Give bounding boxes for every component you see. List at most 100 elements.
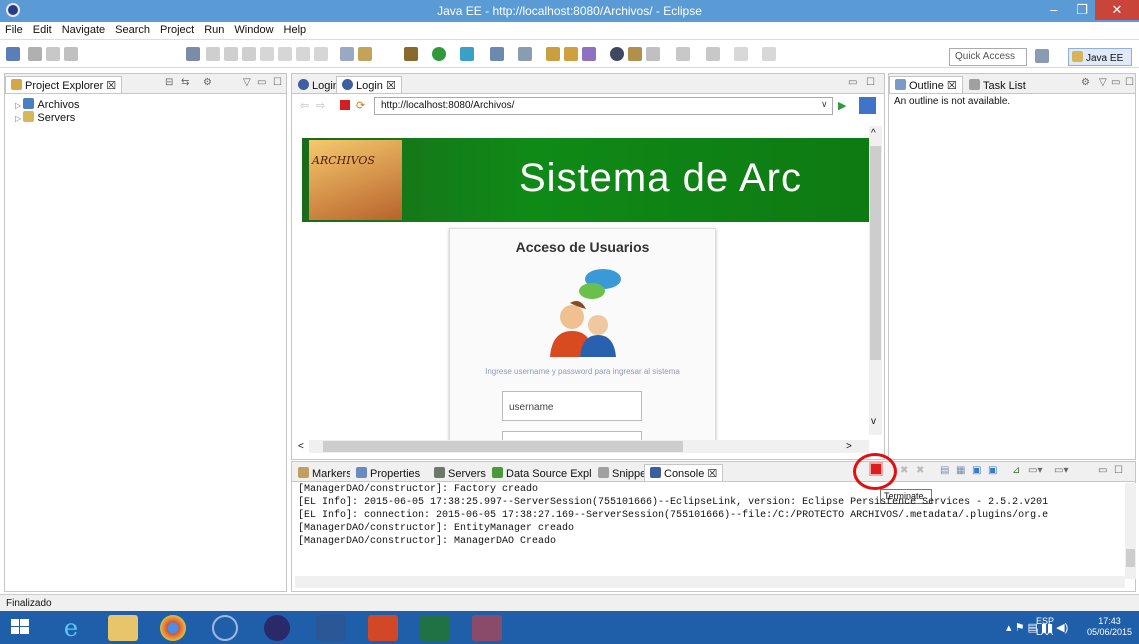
open-console-icon[interactable] [340, 47, 354, 61]
pin-console-icon[interactable]: ⊿ [1012, 465, 1020, 476]
view-menu-icon[interactable]: ⚙ [1081, 77, 1090, 88]
save-icon[interactable] [28, 47, 42, 61]
maximize-button[interactable]: ❐ [1068, 0, 1096, 20]
tab-console[interactable]: Console ☒ [644, 464, 724, 481]
url-input[interactable]: http://localhost:8080/Archivos/ [374, 97, 833, 115]
menu-help[interactable]: Help [279, 22, 312, 38]
chrome-icon[interactable] [160, 615, 186, 641]
scroll-left-icon[interactable]: < [298, 441, 304, 452]
link-editor-icon[interactable]: ⇆ [181, 77, 189, 88]
menu-navigate[interactable]: Navigate [57, 22, 110, 38]
maximize-view-icon[interactable]: ☐ [1114, 465, 1123, 476]
window-title-bar[interactable]: Java EE - http://localhost:8080/Archivos… [0, 0, 1139, 22]
tab-task-list[interactable]: Task List [963, 76, 1032, 93]
console-horizontal-scrollbar[interactable] [295, 576, 1125, 588]
perspective-java-ee[interactable]: Java EE [1068, 48, 1132, 66]
web-vertical-scrollbar[interactable] [869, 126, 882, 435]
server-run-icon[interactable] [460, 47, 474, 61]
back-nav-icon[interactable]: ⇦ [300, 99, 309, 112]
go-icon[interactable]: ▶ [838, 99, 846, 112]
new-server-icon[interactable] [490, 47, 504, 61]
open-console-menu-icon[interactable]: ▭▾ [1054, 465, 1068, 476]
tab-properties[interactable]: Properties [350, 464, 427, 481]
minimize-view-icon[interactable]: ▭ [1098, 465, 1107, 476]
debug-icon[interactable] [404, 47, 418, 61]
debug-config-icon[interactable] [358, 47, 372, 61]
minimize-button[interactable]: – [1040, 0, 1068, 20]
remove-launch-icon[interactable]: ✖ [900, 465, 908, 476]
language-indicator[interactable]: ESP LAA [1036, 616, 1054, 638]
word-icon[interactable] [316, 615, 346, 641]
clear-console-icon[interactable]: ▤ [940, 465, 949, 476]
password-field[interactable] [502, 431, 642, 440]
scroll-down-icon[interactable]: v [871, 416, 876, 427]
new-java-icon[interactable] [518, 47, 532, 61]
scroll-thumb[interactable] [1126, 549, 1135, 567]
menu-run[interactable]: Run [199, 22, 229, 38]
prev-annotation-icon[interactable] [706, 47, 720, 61]
disconnect-icon[interactable] [260, 47, 274, 61]
collapse-all-icon[interactable]: ⊟ [165, 77, 173, 88]
username-field[interactable]: username [502, 391, 642, 421]
internet-explorer-icon[interactable]: e [56, 615, 86, 641]
view-menu-icon[interactable]: ⚙ [203, 77, 212, 88]
minimize-view-icon[interactable]: ▭ [1111, 77, 1120, 88]
excel-icon[interactable] [420, 615, 450, 641]
show-stderr-icon[interactable]: ▣ [988, 465, 997, 476]
remove-all-launches-icon[interactable]: ✖ [916, 465, 924, 476]
tree-item-archivos[interactable]: ▷ Archivos [15, 98, 80, 111]
save-all-icon[interactable] [46, 47, 60, 61]
powerpoint-icon[interactable] [368, 615, 398, 641]
eclipse-taskbar-icon[interactable] [264, 615, 290, 641]
tab-servers[interactable]: Servers [428, 464, 492, 481]
forward-icon[interactable] [762, 47, 776, 61]
postgresql-icon[interactable] [212, 615, 238, 641]
maximize-view-icon[interactable]: ☐ [866, 77, 875, 88]
step-over-icon[interactable] [296, 47, 310, 61]
scroll-right-icon[interactable]: > [846, 441, 852, 452]
quick-access-input[interactable]: Quick Access [949, 48, 1027, 66]
tab-markers[interactable]: Markers [292, 464, 358, 481]
refresh-icon[interactable]: ⟳ [356, 99, 365, 112]
open-perspective-icon[interactable] [1035, 49, 1049, 63]
open-task-icon[interactable] [564, 47, 578, 61]
show-stdout-icon[interactable]: ▣ [972, 465, 981, 476]
close-button[interactable]: ✕ [1095, 0, 1139, 20]
display-console-icon[interactable]: ▭▾ [1028, 465, 1042, 476]
tab-project-explorer[interactable]: Project Explorer ☒ [5, 76, 123, 93]
tab-login-2[interactable]: Login ☒ [336, 76, 402, 93]
web-browser-icon[interactable] [610, 47, 624, 61]
web-horizontal-scrollbar[interactable] [309, 440, 869, 453]
scroll-up-icon[interactable]: ^ [871, 128, 876, 139]
scroll-lock-icon[interactable]: ▦ [956, 465, 965, 476]
search-tool-icon[interactable] [628, 47, 642, 61]
resume-icon[interactable] [206, 47, 220, 61]
scroll-thumb[interactable] [870, 146, 881, 360]
menu-edit[interactable]: Edit [28, 22, 57, 38]
maximize-view-icon[interactable]: ☐ [1125, 77, 1134, 88]
view-menu-chevron-icon[interactable]: ▽ [243, 77, 251, 88]
url-history-icon[interactable]: ∨ [821, 99, 828, 110]
annotation-icon[interactable] [582, 47, 596, 61]
stop-loading-icon[interactable] [340, 100, 350, 110]
menu-search[interactable]: Search [110, 22, 155, 38]
minimize-view-icon[interactable]: ▭ [257, 77, 266, 88]
scroll-thumb[interactable] [323, 441, 683, 452]
step-return-icon[interactable] [314, 47, 328, 61]
skip-breakpoints-icon[interactable] [186, 47, 200, 61]
pin-icon[interactable] [646, 47, 660, 61]
next-annotation-icon[interactable] [676, 47, 690, 61]
tab-outline[interactable]: Outline ☒ [889, 76, 963, 93]
clock[interactable]: 17:43 05/06/2015 [1087, 616, 1132, 638]
tree-item-servers[interactable]: ▷ Servers [15, 111, 75, 124]
stop-icon[interactable] [242, 47, 256, 61]
minimize-view-icon[interactable]: ▭ [848, 77, 857, 88]
start-icon[interactable] [8, 615, 36, 641]
terminate-button[interactable] [869, 462, 883, 476]
suspend-icon[interactable] [224, 47, 238, 61]
new-icon[interactable] [6, 47, 20, 61]
view-menu-chevron-icon[interactable]: ▽ [1099, 77, 1107, 88]
file-explorer-icon[interactable] [108, 615, 138, 641]
external-browser-icon[interactable] [859, 97, 876, 114]
forward-nav-icon[interactable]: ⇨ [316, 99, 325, 112]
